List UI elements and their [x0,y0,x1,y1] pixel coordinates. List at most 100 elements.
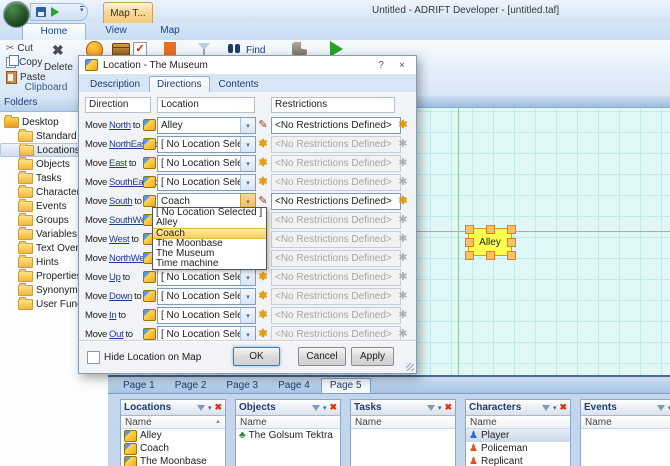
direction-link[interactable]: Down [109,291,132,302]
add-task-icon[interactable]: ✓ [133,42,147,56]
tab-view[interactable]: View [92,23,140,39]
direction-link[interactable]: West [109,234,129,245]
column-header-name[interactable]: Name [236,416,340,429]
selection-handle[interactable] [507,225,516,234]
close-panel-icon[interactable]: ✖ [214,403,222,412]
list-item[interactable]: ♟Policeman [466,442,570,455]
filter-dropdown-icon[interactable]: ▾ [553,404,557,412]
chevron-down-icon[interactable]: ▾ [240,289,255,304]
tab-page-4[interactable]: Page 4 [269,378,319,393]
location-combobox[interactable]: [ No Location Selected ]▾ [157,269,256,286]
list-item[interactable]: ♣The Golsum Tektra [236,429,340,442]
dropdown-item[interactable]: The Moonbase [153,239,266,249]
edit-restrictions-icon[interactable]: ✱ [397,328,409,340]
restrictions-field[interactable]: <No Restrictions Defined> [271,231,401,248]
filter-dropdown-icon[interactable]: ▾ [208,404,212,412]
add-character-icon[interactable] [164,42,176,55]
filter-icon[interactable] [542,405,550,411]
list-item-selected[interactable]: ♟Player [466,429,570,442]
edit-restrictions-icon[interactable]: ✱ [397,214,409,226]
selection-handle[interactable] [486,225,495,234]
new-location-icon[interactable]: ✱ [257,309,269,321]
selection-handle[interactable] [486,251,495,260]
application-menu-button[interactable] [3,1,30,28]
direction-link[interactable]: Up [109,272,121,283]
list-item[interactable]: The Moonbase [121,455,225,466]
direction-link[interactable]: East [109,158,127,169]
location-combobox[interactable]: [ No Location Selected ]▾ [157,288,256,305]
run-icon[interactable] [51,7,59,17]
list-item[interactable]: ♟Replicant [466,455,570,466]
edit-restrictions-icon[interactable]: ✱ [397,309,409,321]
edit-restrictions-icon[interactable]: ✱ [397,157,409,169]
restrictions-field[interactable]: <No Restrictions Defined> [271,193,401,210]
copy-button[interactable]: Copy [6,57,42,68]
edit-restrictions-icon[interactable]: ✱ [397,233,409,245]
restrictions-field[interactable]: <No Restrictions Defined> [271,307,401,324]
help-icon[interactable]: ? [373,60,389,71]
new-location-icon[interactable]: ✱ [257,290,269,302]
direction-link[interactable]: Out [109,329,123,340]
filter-icon[interactable] [427,405,435,411]
edit-restrictions-icon[interactable]: ✱ [397,195,409,207]
filter-icon[interactable] [197,405,205,411]
selection-handle[interactable] [507,238,516,247]
edit-restrictions-icon[interactable]: ✱ [397,252,409,264]
chevron-down-icon[interactable]: ▾ [240,118,255,133]
selection-handle[interactable] [507,251,516,260]
ok-button[interactable]: OK [233,347,280,366]
direction-link[interactable]: South [109,196,132,207]
edit-restrictions-icon[interactable]: ✱ [397,176,409,188]
edit-restrictions-icon[interactable]: ✱ [397,119,409,131]
hide-location-checkbox[interactable] [87,351,100,364]
column-header-name[interactable]: Name ▲ [121,416,225,429]
edit-restrictions-icon[interactable]: ✱ [397,271,409,283]
selection-handle[interactable] [465,251,474,260]
filter-icon[interactable] [657,405,665,411]
new-location-icon[interactable]: ✱ [257,176,269,188]
delete-icon[interactable]: ✖ [52,42,64,59]
find-icon[interactable] [228,44,233,53]
location-combobox[interactable]: [ No Location Selected ]▾ [157,174,256,191]
walkthrough-icon[interactable] [292,42,307,55]
chevron-down-icon[interactable]: ▾ [240,137,255,152]
restrictions-field[interactable]: <No Restrictions Defined> [271,136,401,153]
dialog-title-bar[interactable]: Location - The Museum ? × [79,56,416,75]
close-panel-icon[interactable]: ✖ [329,403,337,412]
restrictions-field[interactable]: <No Restrictions Defined> [271,155,401,172]
selection-handle[interactable] [465,225,474,234]
edit-restrictions-icon[interactable]: ✱ [397,138,409,150]
save-icon[interactable] [36,7,46,17]
restrictions-field[interactable]: <No Restrictions Defined> [271,117,401,134]
chevron-down-icon[interactable]: ▾ [240,308,255,323]
edit-location-icon[interactable]: ✎ [257,195,269,207]
tab-map[interactable]: Map [146,23,194,39]
filter-dropdown-icon[interactable]: ▾ [323,404,327,412]
edit-restrictions-icon[interactable]: ✱ [397,290,409,302]
dropdown-item-highlighted[interactable]: Coach [153,228,266,239]
list-item[interactable]: Coach [121,442,225,455]
tab-page-1[interactable]: Page 1 [114,378,164,393]
dropdown-item[interactable]: [ No Location Selected ] [153,208,266,218]
new-location-icon[interactable]: ✱ [257,138,269,150]
new-location-icon[interactable]: ✱ [257,271,269,283]
selection-handle[interactable] [465,238,474,247]
tab-home[interactable]: Home [22,23,86,40]
close-panel-icon[interactable]: ✖ [559,403,567,412]
dropdown-item[interactable]: Time machine [153,259,266,269]
direction-link[interactable]: In [109,310,116,321]
tab-page-2[interactable]: Page 2 [166,378,216,393]
chevron-down-icon[interactable]: ▾ [240,156,255,171]
filter-dropdown-icon[interactable]: ▾ [438,404,442,412]
document-tab-map[interactable]: Map T... [103,2,153,23]
tab-contents[interactable]: Contents [212,77,266,92]
apply-button[interactable]: Apply [351,347,394,366]
location-combobox[interactable]: [ No Location Selected ]▾ [157,136,256,153]
restrictions-field[interactable]: <No Restrictions Defined> [271,212,401,229]
edit-location-icon[interactable]: ✎ [257,119,269,131]
restrictions-field[interactable]: <No Restrictions Defined> [271,269,401,286]
new-location-icon[interactable]: ✱ [257,157,269,169]
filter-icon[interactable] [312,405,320,411]
chevron-down-icon[interactable]: ▾ [240,175,255,190]
column-header-name[interactable]: Name [351,416,455,429]
